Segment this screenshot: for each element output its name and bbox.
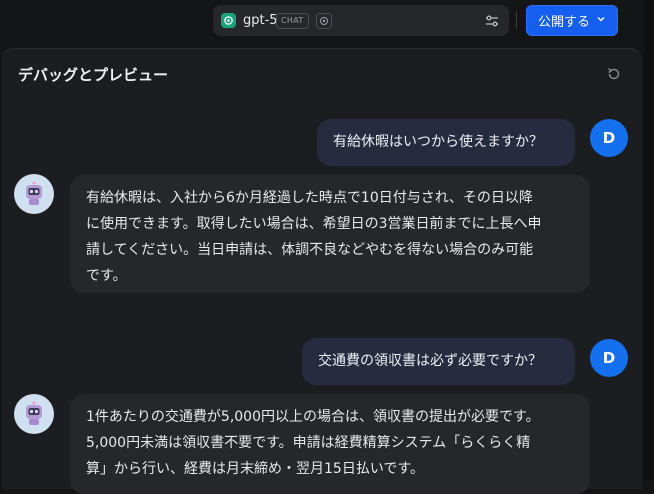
bot-message: 1件あたりの交通費が5,000円以上の場合は、領収書の提出が必要です。 5,00… — [70, 394, 590, 494]
bot-avatar-icon — [14, 174, 54, 214]
debug-preview-panel: デバッグとプレビュー 有給休暇はいつから使えますか？ D 有給休暇は、入社から6… — [2, 48, 642, 494]
bot-message-line: 5,000円未満は領収書不要です。申請は経費精算システム「らくらく精 — [86, 435, 531, 451]
user-avatar: D — [590, 339, 628, 377]
bot-message: 有給休暇は、入社から6か月経過した時点で10日付与され、その日以降 に使用できま… — [70, 175, 590, 293]
panel-title: デバッグとプレビュー — [18, 66, 169, 84]
top-bar: gpt-5 CHAT 公開する — [0, 0, 654, 44]
user-avatar: D — [590, 119, 628, 157]
toolbar-divider — [516, 11, 517, 29]
user-message-text: 交通費の領収書は必ず必要ですか？ — [318, 353, 542, 369]
bot-avatar-icon — [14, 394, 54, 434]
vision-icon — [316, 13, 332, 29]
user-message: 有給休暇はいつから使えますか？ — [317, 119, 575, 166]
bot-message-line: に使用できます。取得したい場合は、希望日の3営業日前までに上長へ申 — [86, 216, 542, 232]
model-settings-icon[interactable] — [484, 13, 500, 29]
user-message: 交通費の領収書は必ず必要ですか？ — [302, 338, 575, 385]
bot-message-line: です。 — [86, 268, 127, 284]
bot-message-line: 請してください。当日申請は、体調不良などやむを得ない場合のみ可能 — [86, 242, 534, 258]
bot-message-line: 有給休暇は、入社から6か月経過した時点で10日付与され、その日以降 — [86, 190, 533, 206]
publish-button[interactable]: 公開する — [526, 5, 618, 36]
bot-message-line: 算」から行い、経費は月末締め・翌月15日払いです。 — [86, 461, 424, 477]
openai-icon — [221, 13, 236, 28]
bot-message-line: 1件あたりの交通費が5,000円以上の場合は、領収書の提出が必要です。 — [86, 409, 540, 425]
user-message-text: 有給休暇はいつから使えますか？ — [333, 134, 543, 150]
right-edge — [644, 0, 654, 480]
chevron-down-icon — [596, 13, 606, 28]
refresh-icon[interactable] — [605, 65, 623, 83]
model-name: gpt-5 — [243, 13, 278, 28]
publish-label: 公開する — [537, 15, 590, 30]
model-selector[interactable]: gpt-5 CHAT — [213, 5, 509, 36]
chat-badge: CHAT — [276, 13, 309, 29]
